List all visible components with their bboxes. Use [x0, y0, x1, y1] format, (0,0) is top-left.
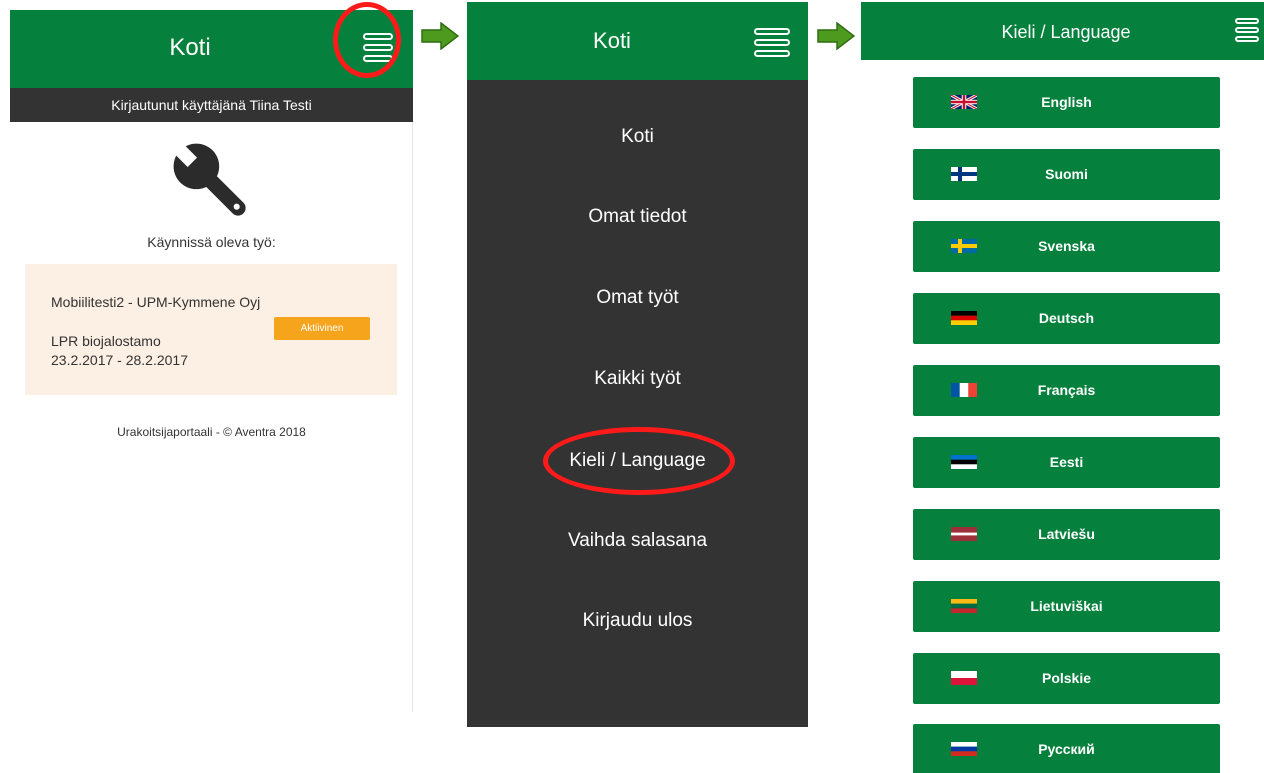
language-button-russian[interactable]: Русский	[913, 724, 1220, 773]
arrow-right-icon	[817, 22, 855, 50]
page-title: Koti	[169, 34, 211, 61]
page-title: Kieli / Language	[1001, 22, 1131, 42]
hamburger-menu-icon[interactable]	[754, 28, 790, 60]
language-label: Deutsch	[1038, 310, 1095, 326]
running-job-label: Käynnissä oleva työ:	[147, 234, 276, 250]
menu-item-change-password[interactable]: Vaihda salasana	[467, 530, 808, 552]
menu-item-my-jobs[interactable]: Omat työt	[467, 287, 808, 309]
job-title: Mobiilitesti2 - UPM-Kymmene Oyj	[51, 294, 261, 310]
language-label: Français	[1037, 382, 1096, 398]
language-header: Kieli / Language	[861, 2, 1264, 60]
hamburger-menu-icon[interactable]	[1235, 18, 1259, 46]
language-label: Eesti	[1049, 454, 1084, 470]
job-site: LPR biojalostamo	[51, 333, 161, 349]
language-button-swedish[interactable]: Svenska	[913, 221, 1220, 272]
menu-item-home[interactable]: Koti	[467, 126, 808, 148]
logged-in-bar: Kirjautunut käyttäjänä Tiina Testi	[10, 88, 413, 122]
job-card[interactable]: Mobiilitesti2 - UPM-Kymmene Oyj Aktiivin…	[25, 264, 397, 395]
language-button-polish[interactable]: Polskie	[913, 653, 1220, 704]
language-button-lithuanian[interactable]: Lietuviškai	[913, 581, 1220, 632]
menu-header: Koti	[467, 2, 808, 80]
job-dates: 23.2.2017 - 28.2.2017	[51, 352, 189, 368]
highlight-circle	[333, 2, 401, 78]
language-button-german[interactable]: Deutsch	[913, 293, 1220, 344]
language-label: Русский	[1038, 741, 1095, 757]
language-button-english[interactable]: English	[913, 77, 1220, 128]
language-button-finnish[interactable]: Suomi	[913, 149, 1220, 200]
language-label: Polskie	[1041, 670, 1092, 686]
language-screen: Kieli / Language English Suomi Svenska D…	[861, 2, 1264, 773]
status-badge: Aktiivinen	[274, 317, 370, 340]
language-label: Svenska	[1038, 238, 1095, 254]
highlight-circle	[543, 427, 735, 495]
language-label: Latviešu	[1038, 526, 1095, 542]
footer-text: Urakoitsijaportaali - © Aventra 2018	[117, 425, 306, 439]
language-button-french[interactable]: Français	[913, 365, 1220, 416]
menu-item-all-jobs[interactable]: Kaikki työt	[467, 368, 808, 390]
language-label: Lietuviškai	[1030, 598, 1103, 614]
language-label: Suomi	[1045, 166, 1088, 182]
language-label: English	[1041, 94, 1092, 110]
language-button-estonian[interactable]: Eesti	[913, 437, 1220, 488]
menu-screen: Koti Koti Omat tiedot Omat työt Kaikki t…	[467, 2, 808, 727]
arrow-right-icon	[421, 22, 459, 50]
wrench-icon	[172, 142, 246, 216]
menu-item-logout[interactable]: Kirjaudu ulos	[467, 610, 808, 632]
language-button-latvian[interactable]: Latviešu	[913, 509, 1220, 560]
home-screen: Koti Kirjautunut käyttäjänä Tiina Testi …	[10, 10, 413, 712]
menu-item-my-info[interactable]: Omat tiedot	[467, 206, 808, 228]
page-title: Koti	[593, 28, 631, 53]
